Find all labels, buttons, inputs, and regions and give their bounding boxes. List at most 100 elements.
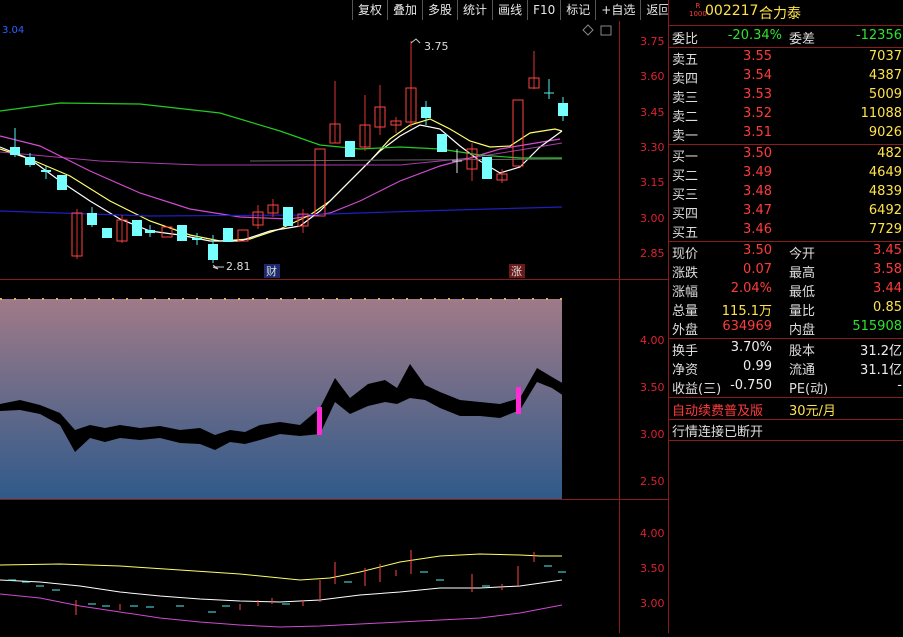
- axis-label: 2.85: [640, 247, 665, 260]
- stat-value: 0.07: [743, 262, 772, 277]
- mini-candles: [8, 565, 566, 613]
- high-marker-arrow: [410, 38, 421, 44]
- axis-label: 3.50: [640, 562, 665, 575]
- fund-value: 0.99: [743, 359, 772, 374]
- candle: [87, 213, 97, 225]
- bottom-band-svg: [0, 550, 566, 628]
- fund-value: 31.2亿: [860, 344, 902, 359]
- ask-row[interactable]: 卖三 3.53 5009: [669, 86, 903, 106]
- bid-price: 3.50: [743, 146, 772, 161]
- diff-value: -12356: [855, 28, 902, 43]
- candle: [437, 134, 447, 152]
- main-kline-chart[interactable]: 3.04 3.75 2.81 财 涨: [0, 21, 619, 280]
- candle: [208, 244, 218, 260]
- candle: [421, 107, 431, 118]
- fund-label: 换手: [672, 344, 699, 359]
- candle: [345, 141, 355, 157]
- ma-blue-line: [0, 206, 563, 217]
- upper-band-line: [0, 553, 562, 581]
- fund-value: 31.1亿: [860, 363, 902, 378]
- tb-mark-button[interactable]: 标记: [560, 0, 596, 20]
- high-marker-label: 3.75: [424, 40, 449, 53]
- candle: [223, 228, 233, 242]
- mid-axis: 4.00 3.50 3.00 2.50: [619, 280, 669, 499]
- bid-row[interactable]: 买五 3.46 7729: [669, 221, 903, 241]
- bottom-band-chart[interactable]: [0, 500, 619, 633]
- ratio-value: -20.34%: [727, 28, 782, 43]
- window-icon[interactable]: [600, 25, 612, 36]
- tb-overlay-button[interactable]: 叠加: [387, 0, 423, 20]
- low-marker-label: 2.81: [226, 260, 251, 273]
- ask-price: 3.52: [743, 106, 772, 121]
- bid-row[interactable]: 买二 3.49 4649: [669, 164, 903, 184]
- bid-row[interactable]: 买一 3.50 482: [669, 145, 903, 165]
- bid-row[interactable]: 买三 3.48 4839: [669, 183, 903, 203]
- stat-label: 最低: [789, 285, 816, 300]
- stat-label: 涨幅: [672, 285, 699, 300]
- stat-label: 总量: [672, 304, 699, 319]
- ask-row[interactable]: 卖二 3.52 11088: [669, 105, 903, 125]
- promo-text[interactable]: 自动续费普及版: [672, 400, 763, 419]
- stat-label: 内盘: [789, 323, 816, 338]
- mini-candles-red: [75, 550, 535, 615]
- bid-volume: 7729: [868, 222, 902, 237]
- candle: [482, 157, 492, 179]
- stat-value: 2.04%: [730, 281, 772, 296]
- bid-label: 买一: [672, 150, 699, 165]
- tb-multi-stock-button[interactable]: 多股: [422, 0, 458, 20]
- ask-row[interactable]: 卖一 3.51 9026: [669, 124, 903, 144]
- stat-row: 外盘 634969 内盘 515908: [669, 318, 903, 338]
- fund-value: 3.70%: [730, 340, 772, 355]
- stat-row: 总量 115.1万 量比 0.85: [669, 299, 903, 319]
- mid-indicator-chart[interactable]: [0, 280, 619, 499]
- bid-volume: 6492: [868, 203, 902, 218]
- ask-row[interactable]: 卖五 3.55 7037: [669, 48, 903, 68]
- ask-row[interactable]: 卖四 3.54 4387: [669, 67, 903, 87]
- stat-row: 现价 3.50 今开 3.45: [669, 242, 903, 262]
- bid-row[interactable]: 买四 3.47 6492: [669, 202, 903, 222]
- axis-label: 3.45: [640, 106, 665, 119]
- candle: [283, 207, 293, 226]
- axis-label: 3.00: [640, 428, 665, 441]
- mid-indicator-svg: [0, 298, 564, 499]
- ask-volume: 11088: [860, 106, 902, 121]
- ask-volume: 5009: [868, 87, 902, 102]
- stat-label: 现价: [672, 247, 699, 262]
- fund-label: PE(动): [789, 382, 829, 397]
- ask-price: 3.51: [743, 125, 772, 140]
- bid-label: 买五: [672, 226, 699, 241]
- tb-add-watchlist-button[interactable]: +自选: [595, 0, 641, 20]
- connection-status: 行情连接已断开: [672, 425, 764, 440]
- divider: [669, 397, 903, 398]
- tb-draw-line-button[interactable]: 画线: [492, 0, 528, 20]
- bid-volume: 482: [877, 146, 902, 161]
- ask-volume: 4387: [868, 68, 902, 83]
- bid-label: 买二: [672, 169, 699, 184]
- stat-label: 外盘: [672, 323, 699, 338]
- stat-value: 634969: [722, 319, 772, 334]
- ask-price: 3.53: [743, 87, 772, 102]
- axis-label: 3.75: [640, 35, 665, 48]
- candle: [177, 225, 187, 241]
- promo-price[interactable]: 30元/月: [789, 400, 836, 419]
- diamond-icon[interactable]: [582, 24, 594, 36]
- stat-row: 涨跌 0.07 最高 3.58: [669, 261, 903, 281]
- tb-statistics-button[interactable]: 统计: [457, 0, 493, 20]
- promo-row[interactable]: 自动续费普及版 30元/月: [669, 399, 903, 419]
- stat-value: 0.85: [873, 300, 902, 315]
- candle: [558, 103, 568, 116]
- indicator-gradient-area: [0, 299, 562, 499]
- fund-label: 流通: [789, 363, 816, 378]
- axis-label: 3.60: [640, 70, 665, 83]
- axis-label: 3.00: [640, 212, 665, 225]
- ma-white-line: [0, 124, 563, 242]
- bid-label: 买三: [672, 188, 699, 203]
- bid-price: 3.49: [743, 165, 772, 180]
- indicator-signal-bar: [516, 387, 521, 414]
- tb-restore-rights-button[interactable]: 复权: [352, 0, 388, 20]
- fund-row: 换手 3.70% 股本 31.2亿: [669, 339, 903, 359]
- ask-price: 3.54: [743, 68, 772, 83]
- stat-value: 115.1万: [721, 304, 772, 319]
- axis-label: 3.15: [640, 176, 665, 189]
- tb-f10-button[interactable]: F10: [527, 0, 561, 20]
